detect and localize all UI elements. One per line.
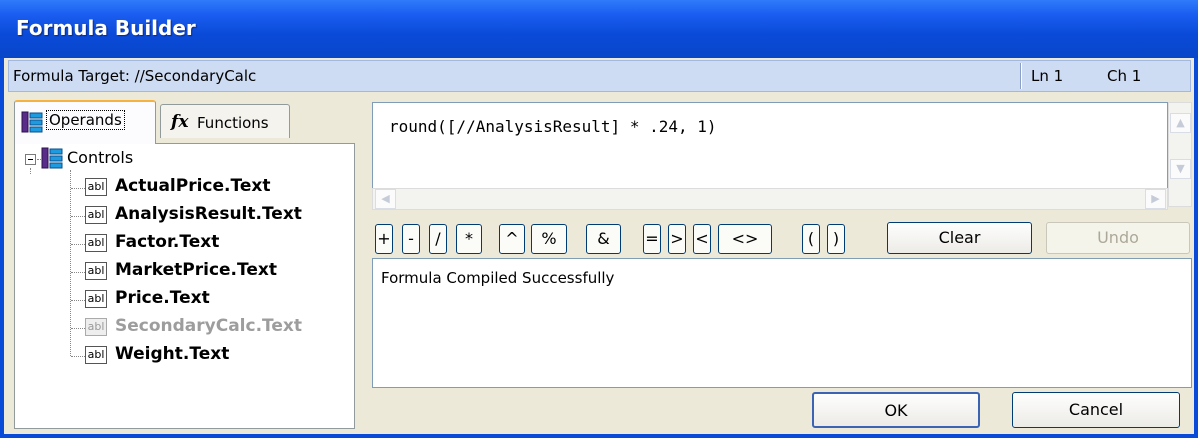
operator-multiply-button[interactable]: * <box>456 224 482 254</box>
tree-item-price[interactable]: Price.Text <box>115 288 210 308</box>
fx-icon: fx <box>171 112 189 132</box>
status-divider-highlight <box>1021 63 1022 89</box>
operator-concat-button[interactable]: & <box>586 224 621 254</box>
tree-line <box>71 328 85 329</box>
operator-plus-button[interactable]: + <box>375 224 393 254</box>
scroll-down-icon[interactable]: ▼ <box>1170 159 1191 179</box>
operator-equals-button[interactable]: = <box>643 224 661 254</box>
tree-line <box>71 272 85 273</box>
tree-item-analysisresult[interactable]: AnalysisResult.Text <box>115 204 302 224</box>
controls-folder-icon <box>41 147 63 169</box>
formula-target-label: Formula Target: //SecondaryCalc <box>13 67 257 85</box>
editor-horizontal-scrollbar[interactable]: ◀ ▶ <box>372 188 1168 210</box>
ok-button[interactable]: OK <box>812 392 980 428</box>
tree-line <box>71 244 85 245</box>
operator-power-button[interactable]: ^ <box>499 224 525 254</box>
tab-operands[interactable]: Operands <box>14 100 156 144</box>
operator-not-equal-button[interactable]: <> <box>718 224 772 254</box>
char-indicator: Ch 1 <box>1107 67 1142 85</box>
operator-greater-button[interactable]: > <box>668 224 686 254</box>
editor-vertical-scrollbar[interactable]: ▲ ▼ <box>1168 102 1192 207</box>
formula-builder-window: Formula Builder Formula Target: //Second… <box>0 0 1198 438</box>
tree-item-marketprice[interactable]: MarketPrice.Text <box>115 260 277 280</box>
textbox-icon: abl <box>85 206 107 224</box>
collapse-toggle-icon[interactable] <box>25 154 36 165</box>
tab-operands-label: Operands <box>46 110 125 130</box>
tree-item-secondarycalc: SecondaryCalc.Text <box>115 316 303 336</box>
undo-button: Undo <box>1046 222 1190 254</box>
textbox-icon: abl <box>85 290 107 308</box>
tree-item-weight[interactable]: Weight.Text <box>115 344 229 364</box>
textbox-icon: abl <box>85 346 107 364</box>
window-title: Formula Builder <box>16 16 196 40</box>
operator-minus-button[interactable]: - <box>402 224 420 254</box>
tree-line <box>71 188 85 189</box>
compile-message-area: Formula Compiled Successfully <box>372 258 1192 388</box>
formula-target-bar: Formula Target: //SecondaryCalc Ln 1 Ch … <box>8 60 1191 92</box>
operator-close-paren-button[interactable]: ) <box>827 224 845 254</box>
textbox-icon: abl <box>85 318 107 336</box>
line-indicator: Ln 1 <box>1031 67 1064 85</box>
compile-status-text: Formula Compiled Successfully <box>381 269 615 287</box>
scroll-up-icon[interactable]: ▲ <box>1170 113 1191 133</box>
tree-line <box>71 300 85 301</box>
operands-icon <box>21 111 43 133</box>
scroll-left-icon[interactable]: ◀ <box>375 189 396 209</box>
operator-open-paren-button[interactable]: ( <box>802 224 820 254</box>
tree-line <box>71 356 85 357</box>
operator-percent-button[interactable]: % <box>531 224 567 254</box>
operator-less-button[interactable]: < <box>693 224 711 254</box>
tree-item-actualprice[interactable]: ActualPrice.Text <box>115 176 270 196</box>
textbox-icon: abl <box>85 178 107 196</box>
title-bar[interactable]: Formula Builder <box>0 0 1198 58</box>
tree-item-factor[interactable]: Factor.Text <box>115 232 219 252</box>
tree-root-controls[interactable]: Controls <box>67 148 133 167</box>
clear-button[interactable]: Clear <box>887 222 1032 254</box>
tab-functions[interactable]: fx Functions <box>160 104 290 138</box>
tree-line <box>71 216 85 217</box>
cancel-button[interactable]: Cancel <box>1012 392 1180 428</box>
textbox-icon: abl <box>85 234 107 252</box>
scroll-right-icon[interactable]: ▶ <box>1145 189 1166 209</box>
formula-text[interactable]: round([//AnalysisResult] * .24, 1) <box>389 117 717 136</box>
operator-divide-button[interactable]: / <box>429 224 447 254</box>
tree-line <box>30 168 31 174</box>
textbox-icon: abl <box>85 262 107 280</box>
tab-functions-label: Functions <box>197 114 269 132</box>
operands-tree[interactable]: Controls abl ActualPrice.Text abl Analys… <box>14 143 355 429</box>
